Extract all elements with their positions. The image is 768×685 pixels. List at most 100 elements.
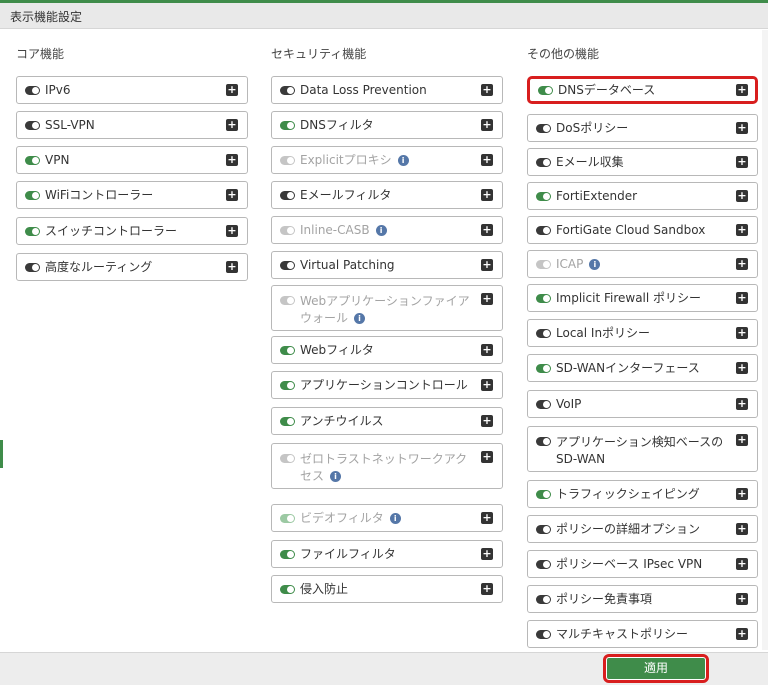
plus-square-icon[interactable]: + xyxy=(481,548,493,560)
feature-item[interactable]: ポリシー免責事項 + xyxy=(527,585,758,613)
plus-square-icon[interactable]: + xyxy=(226,84,238,96)
toggle-switch-icon[interactable] xyxy=(536,328,551,338)
feature-item[interactable]: Webアプリケーションファイアウォール i + xyxy=(271,285,503,331)
toggle-switch-icon[interactable] xyxy=(536,157,551,167)
feature-item[interactable]: VoIP + xyxy=(527,390,758,418)
plus-square-icon[interactable]: + xyxy=(481,189,493,201)
plus-square-icon[interactable]: + xyxy=(226,119,238,131)
plus-square-icon[interactable]: + xyxy=(226,189,238,201)
feature-item[interactable]: アンチウイルス + xyxy=(271,407,503,435)
plus-square-icon[interactable]: + xyxy=(226,261,238,273)
toggle-switch-icon[interactable] xyxy=(536,399,551,409)
plus-square-icon[interactable]: + xyxy=(736,434,748,446)
toggle-switch-icon[interactable] xyxy=(536,559,551,569)
plus-square-icon[interactable]: + xyxy=(481,451,493,463)
toggle-switch-icon[interactable] xyxy=(280,85,295,95)
info-circle-icon[interactable]: i xyxy=(397,155,409,166)
toggle-switch-icon[interactable] xyxy=(536,489,551,499)
scrollbar[interactable] xyxy=(762,30,768,650)
feature-item[interactable]: ファイルフィルタ + xyxy=(271,540,503,568)
toggle-switch-icon[interactable] xyxy=(25,85,40,95)
plus-square-icon[interactable]: + xyxy=(481,415,493,427)
plus-square-icon[interactable]: + xyxy=(481,379,493,391)
plus-square-icon[interactable]: + xyxy=(736,558,748,570)
feature-item[interactable]: ICAP i + xyxy=(527,250,758,278)
feature-item[interactable]: Data Loss Prevention + xyxy=(271,76,503,104)
feature-item[interactable]: マルチキャストポリシー + xyxy=(527,620,758,648)
feature-item[interactable]: Local Inポリシー + xyxy=(527,319,758,347)
feature-item[interactable]: 高度なルーティング + xyxy=(16,253,248,281)
toggle-switch-icon[interactable] xyxy=(536,437,551,446)
toggle-switch-icon[interactable] xyxy=(536,524,551,534)
feature-item[interactable]: Webフィルタ + xyxy=(271,336,503,364)
plus-square-icon[interactable]: + xyxy=(736,628,748,640)
feature-item[interactable]: VPN + xyxy=(16,146,248,174)
plus-square-icon[interactable]: + xyxy=(736,488,748,500)
plus-square-icon[interactable]: + xyxy=(481,84,493,96)
plus-square-icon[interactable]: + xyxy=(226,154,238,166)
plus-square-icon[interactable]: + xyxy=(481,119,493,131)
toggle-switch-icon[interactable] xyxy=(280,345,295,355)
feature-item[interactable]: Virtual Patching + xyxy=(271,251,503,279)
feature-item[interactable]: WiFiコントローラー + xyxy=(16,181,248,209)
toggle-switch-icon[interactable] xyxy=(538,85,553,95)
apply-button[interactable]: 適用 xyxy=(607,658,705,679)
info-circle-icon[interactable]: i xyxy=(330,471,342,482)
toggle-switch-icon[interactable] xyxy=(280,549,295,559)
toggle-switch-icon[interactable] xyxy=(280,584,295,594)
toggle-switch-icon[interactable] xyxy=(536,293,551,303)
toggle-switch-icon[interactable] xyxy=(280,260,295,270)
toggle-switch-icon[interactable] xyxy=(280,416,295,426)
feature-item[interactable]: トラフィックシェイピング + xyxy=(527,480,758,508)
toggle-switch-icon[interactable] xyxy=(536,629,551,639)
feature-item[interactable]: ビデオフィルタ i + xyxy=(271,504,503,532)
feature-item[interactable]: Implicit Firewall ポリシー + xyxy=(527,284,758,312)
plus-square-icon[interactable]: + xyxy=(226,225,238,237)
toggle-switch-icon[interactable] xyxy=(536,594,551,604)
plus-square-icon[interactable]: + xyxy=(736,292,748,304)
feature-item[interactable]: DNSフィルタ + xyxy=(271,111,503,139)
feature-item[interactable]: アプリケーション検知ベースのSD-WAN + xyxy=(527,426,758,472)
toggle-switch-icon[interactable] xyxy=(25,226,40,236)
toggle-switch-icon[interactable] xyxy=(280,120,295,130)
plus-square-icon[interactable]: + xyxy=(736,523,748,535)
feature-item[interactable]: Explicitプロキシ i + xyxy=(271,146,503,174)
toggle-switch-icon[interactable] xyxy=(25,155,40,165)
feature-item[interactable]: Eメール収集 + xyxy=(527,148,758,176)
plus-square-icon[interactable]: + xyxy=(481,293,493,305)
feature-item[interactable]: スイッチコントローラー + xyxy=(16,217,248,245)
toggle-switch-icon[interactable] xyxy=(25,262,40,272)
plus-square-icon[interactable]: + xyxy=(481,583,493,595)
plus-square-icon[interactable]: + xyxy=(481,512,493,524)
plus-square-icon[interactable]: + xyxy=(736,258,748,270)
plus-square-icon[interactable]: + xyxy=(481,154,493,166)
feature-item[interactable]: アプリケーションコントロール + xyxy=(271,371,503,399)
toggle-switch-icon[interactable] xyxy=(536,123,551,133)
toggle-switch-icon[interactable] xyxy=(536,225,551,235)
info-circle-icon[interactable]: i xyxy=(589,259,601,270)
toggle-switch-icon[interactable] xyxy=(25,120,40,130)
plus-square-icon[interactable]: + xyxy=(736,156,748,168)
plus-square-icon[interactable]: + xyxy=(736,84,748,96)
toggle-switch-icon[interactable] xyxy=(280,380,295,390)
feature-item[interactable]: DNSデータベース + xyxy=(527,76,758,104)
plus-square-icon[interactable]: + xyxy=(736,122,748,134)
plus-square-icon[interactable]: + xyxy=(736,362,748,374)
feature-item[interactable]: DoSポリシー + xyxy=(527,114,758,142)
plus-square-icon[interactable]: + xyxy=(481,259,493,271)
feature-item[interactable]: ゼロトラストネットワークアクセス i + xyxy=(271,443,503,489)
feature-item[interactable]: ポリシーベース IPsec VPN + xyxy=(527,550,758,578)
plus-square-icon[interactable]: + xyxy=(736,327,748,339)
plus-square-icon[interactable]: + xyxy=(736,593,748,605)
plus-square-icon[interactable]: + xyxy=(736,398,748,410)
plus-square-icon[interactable]: + xyxy=(481,344,493,356)
feature-item[interactable]: FortiGate Cloud Sandbox + xyxy=(527,216,758,244)
info-circle-icon[interactable]: i xyxy=(389,513,401,524)
feature-item[interactable]: FortiExtender + xyxy=(527,182,758,210)
feature-item[interactable]: SSL-VPN + xyxy=(16,111,248,139)
plus-square-icon[interactable]: + xyxy=(736,224,748,236)
toggle-switch-icon[interactable] xyxy=(536,191,551,201)
info-circle-icon[interactable]: i xyxy=(375,225,387,236)
feature-item[interactable]: Eメールフィルタ + xyxy=(271,181,503,209)
toggle-switch-icon[interactable] xyxy=(536,363,551,373)
